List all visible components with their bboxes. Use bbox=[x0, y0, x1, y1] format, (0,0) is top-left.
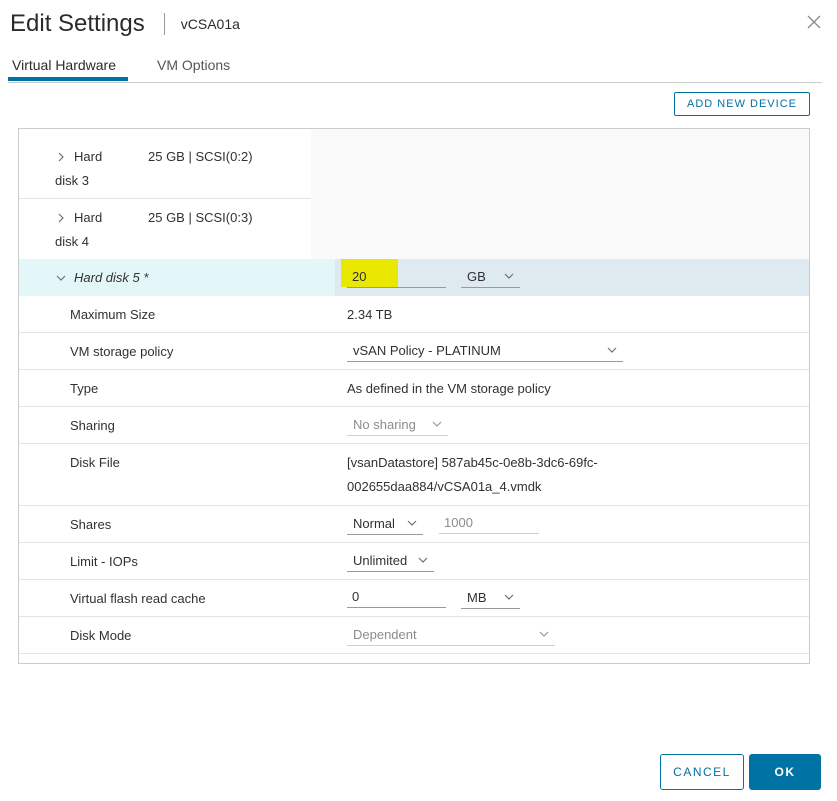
device-row-hard-disk-4: Hard disk 4 25 GB | SCSI(0:3) bbox=[19, 198, 809, 259]
shares-label: Shares bbox=[70, 517, 112, 532]
chevron-down-icon[interactable] bbox=[55, 272, 67, 284]
chevron-down-icon bbox=[504, 273, 514, 279]
max-size-label: Maximum Size bbox=[70, 307, 156, 322]
row-disk-file: Disk File [vsanDatastore] 587ab45c-0e8b-… bbox=[19, 444, 809, 506]
list-top-spacer bbox=[19, 129, 809, 137]
device-name-line2: disk 3 bbox=[55, 173, 89, 188]
shares-amount-input: 1000 bbox=[439, 511, 539, 534]
row-limit-iops: Limit - IOPs Unlimited bbox=[19, 543, 809, 580]
device-row-hard-disk-3: Hard disk 3 25 GB | SCSI(0:2) bbox=[19, 137, 809, 199]
flash-cache-unit-select[interactable]: MB bbox=[461, 586, 520, 609]
row-sharing: Sharing No sharing bbox=[19, 407, 809, 444]
disk-mode-select: Dependent bbox=[347, 623, 555, 646]
max-size-value: 2.34 TB bbox=[347, 307, 393, 322]
limit-iops-select[interactable]: Unlimited bbox=[347, 549, 434, 572]
flash-cache-label: Virtual flash read cache bbox=[70, 591, 206, 606]
storage-policy-label: VM storage policy bbox=[70, 344, 174, 359]
type-value: As defined in the VM storage policy bbox=[347, 381, 551, 396]
chevron-down-icon bbox=[504, 594, 514, 600]
row-shares: Shares Normal 1000 bbox=[19, 506, 809, 543]
sharing-label: Sharing bbox=[70, 418, 115, 433]
type-label: Type bbox=[70, 381, 99, 396]
row-type: Type As defined in the VM storage policy bbox=[19, 370, 809, 407]
device-name: Hard disk 5 * bbox=[74, 270, 149, 285]
tab-vm-options[interactable]: VM Options bbox=[157, 57, 230, 73]
device-row-hard-disk-5[interactable]: Hard disk 5 * 20 GB bbox=[19, 259, 809, 296]
row-vm-storage-policy: VM storage policy vSAN Policy - PLATINUM bbox=[19, 333, 809, 370]
limit-iops-label: Limit - IOPs bbox=[70, 554, 138, 569]
chevron-down-icon bbox=[407, 520, 417, 526]
dialog-title: Edit Settings bbox=[10, 10, 145, 37]
sharing-select: No sharing bbox=[347, 413, 448, 436]
disk-mode-label: Disk Mode bbox=[70, 628, 132, 643]
chevron-down-icon bbox=[418, 557, 428, 563]
disk-file-path-line2: 002655daa884/vCSA01a_4.vmdk bbox=[347, 479, 542, 494]
tab-bar: Virtual Hardware VM Options bbox=[8, 50, 822, 83]
device-name-line2: disk 4 bbox=[55, 234, 89, 249]
shares-select[interactable]: Normal bbox=[347, 512, 423, 535]
row-disk-mode: Disk Mode Dependent bbox=[19, 617, 809, 654]
ok-button[interactable]: OK bbox=[749, 754, 821, 790]
active-tab-indicator bbox=[8, 77, 128, 81]
disk-size-unit-select[interactable]: GB bbox=[461, 265, 520, 288]
vm-name: vCSA01a bbox=[180, 16, 240, 32]
disk-size-input[interactable]: 20 bbox=[347, 265, 446, 288]
flash-cache-input[interactable]: 0 bbox=[347, 585, 446, 608]
device-name[interactable]: Hard bbox=[74, 210, 102, 225]
close-icon[interactable] bbox=[806, 14, 822, 30]
add-new-device-button[interactable]: ADD NEW DEVICE bbox=[674, 92, 810, 116]
dialog-header: Edit Settings vCSA01a bbox=[10, 6, 240, 42]
chevron-right-icon[interactable] bbox=[55, 151, 67, 163]
device-summary: 25 GB | SCSI(0:2) bbox=[148, 149, 253, 164]
device-name[interactable]: Hard bbox=[74, 149, 102, 164]
chevron-down-icon bbox=[539, 631, 549, 637]
row-flash-read-cache: Virtual flash read cache 0 MB bbox=[19, 580, 809, 617]
storage-policy-select[interactable]: vSAN Policy - PLATINUM bbox=[347, 339, 623, 362]
disk-file-label: Disk File bbox=[70, 455, 120, 470]
cancel-button[interactable]: CANCEL bbox=[660, 754, 744, 790]
row-maximum-size: Maximum Size 2.34 TB bbox=[19, 296, 809, 333]
tab-virtual-hardware[interactable]: Virtual Hardware bbox=[12, 57, 116, 73]
chevron-right-icon[interactable] bbox=[55, 212, 67, 224]
title-separator bbox=[163, 13, 165, 35]
device-summary: 25 GB | SCSI(0:3) bbox=[148, 210, 253, 225]
chevron-down-icon bbox=[607, 347, 617, 353]
chevron-down-icon bbox=[432, 421, 442, 427]
hardware-list: Hard disk 3 25 GB | SCSI(0:2) Hard disk … bbox=[18, 128, 810, 664]
disk-file-path-line1: [vsanDatastore] 587ab45c-0e8b-3dc6-69fc- bbox=[347, 455, 598, 470]
